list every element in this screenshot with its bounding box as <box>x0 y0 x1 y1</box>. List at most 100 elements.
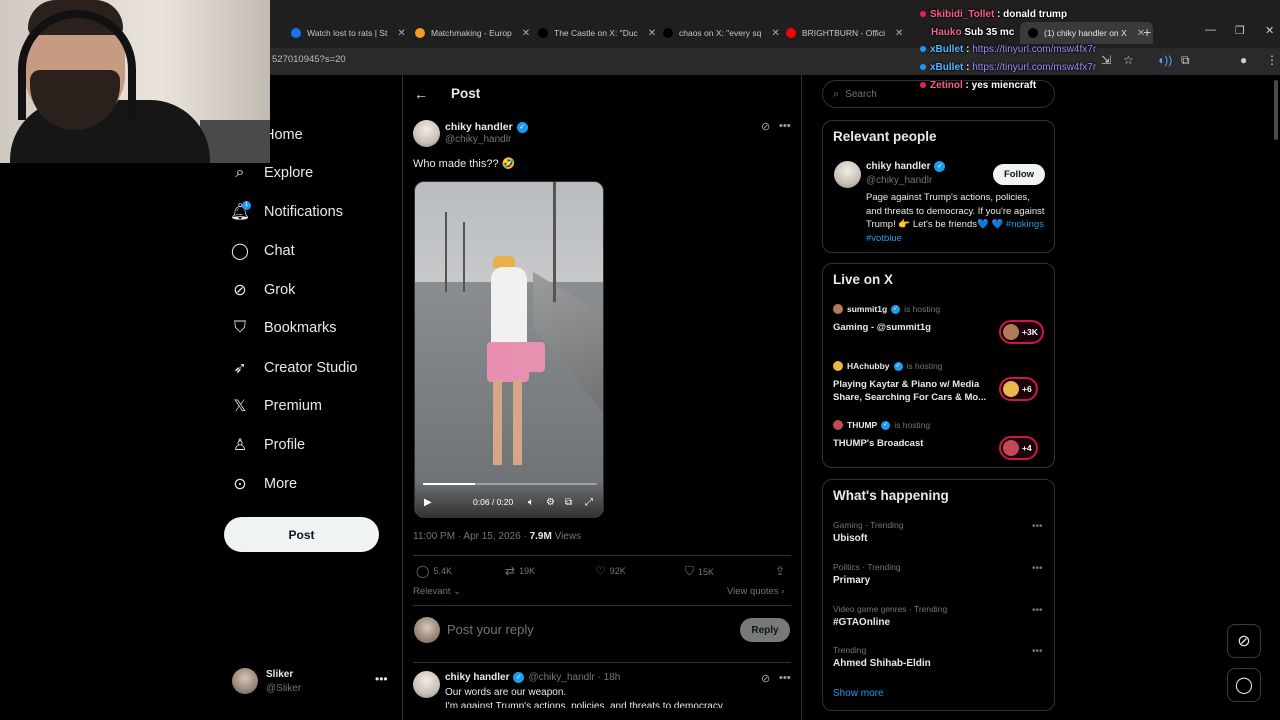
chat-bubble-icon: ◯ <box>1235 677 1253 694</box>
page-scrollbar[interactable] <box>1274 80 1278 140</box>
browser-tab[interactable]: The Castle on X: "Duc ✕ <box>530 22 664 44</box>
browser-tab[interactable]: (1) chiky handler on X ✕ <box>1020 22 1154 44</box>
post-video[interactable]: ▶ 0:06 / 0:20 🔈︎ ⚙ ⧉ ⤢ <box>414 181 604 518</box>
install-icon[interactable]: ⇲ <box>1101 53 1111 67</box>
live-listeners-badge[interactable]: +6 <box>999 377 1038 401</box>
chat-icon: ◯ <box>231 243 249 260</box>
account-avatar[interactable] <box>232 668 258 694</box>
view-quotes-link[interactable]: View quotes › <box>727 586 784 597</box>
browser-menu-icon[interactable]: ⋮ <box>1266 53 1278 67</box>
close-tab-icon[interactable]: ✕ <box>522 28 530 39</box>
settings-gear-icon[interactable]: ⚙ <box>546 497 555 508</box>
browser-tab[interactable]: BRIGHTBURN - Offici ✕ <box>778 22 911 44</box>
follow-button[interactable]: Follow <box>993 164 1045 185</box>
url-text[interactable]: 527010945?s=20 <box>272 54 346 65</box>
account-name[interactable]: Sliker <box>266 669 293 680</box>
account-more-icon[interactable]: ••• <box>375 672 388 686</box>
author-handle[interactable]: @chiky_handlr <box>445 134 511 145</box>
grok-explain-icon[interactable]: ⊘ <box>761 120 770 133</box>
reply-sort-dropdown[interactable]: Relevant ⌄ <box>413 586 461 597</box>
relevant-person-avatar[interactable] <box>834 161 861 188</box>
profile-icon[interactable]: ● <box>1240 53 1247 67</box>
reply-composer-avatar <box>414 617 440 643</box>
reply-author[interactable]: chiky handler ✓ @chiky_handlr · 18h <box>445 672 620 683</box>
play-icon[interactable]: ▶ <box>424 497 432 508</box>
reply-more-icon[interactable]: ••• <box>779 672 791 684</box>
live-listeners-badge[interactable]: +3K <box>999 320 1044 344</box>
close-tab-icon[interactable]: ✕ <box>895 28 903 39</box>
live-title[interactable]: Playing Kaytar & Piano w/ Media Share, S… <box>833 378 998 404</box>
chat-message: xBullet : https://tinyurl.com/msw4fx7r <box>920 44 1096 55</box>
nav-item-grok[interactable]: ⊘ Grok <box>230 276 295 304</box>
live-listeners-badge[interactable]: +4 <box>999 436 1038 460</box>
volume-icon[interactable]: 🔈︎ <box>528 497 534 508</box>
hosting-label: is hosting <box>904 304 941 314</box>
repost-action[interactable]: ⇄ 19K <box>505 564 535 578</box>
trend-more-icon[interactable]: ••• <box>1032 646 1043 657</box>
live-title[interactable]: THUMP's Broadcast <box>833 437 998 450</box>
trend-name[interactable]: Primary <box>833 575 870 586</box>
nav-item-more[interactable]: ⊙ More <box>230 470 297 498</box>
nav-label: Profile <box>264 437 306 453</box>
share-icon: ⇪ <box>775 564 786 578</box>
nav-item-premium[interactable]: 𝕏 Premium <box>230 392 322 420</box>
live-host[interactable]: HAchubby ✓ is hosting <box>833 361 942 371</box>
nav-item-profile[interactable]: ♙ Profile <box>230 431 305 459</box>
chat-text[interactable]: https://tinyurl.com/msw4fx7r <box>972 62 1096 73</box>
nav-label: Grok <box>264 282 296 298</box>
live-host[interactable]: THUMP ✓ is hosting <box>833 420 930 430</box>
messages-float-button[interactable]: ◯ <box>1227 668 1261 702</box>
author-name[interactable]: chiky handler ✓ <box>445 121 528 133</box>
grok-explain-icon[interactable]: ⊘ <box>761 672 770 685</box>
chat-text[interactable]: https://tinyurl.com/msw4fx7r <box>972 44 1096 55</box>
extensions-icon[interactable]: ⧉ <box>1181 53 1190 68</box>
trend-category: Politics · Trending <box>833 562 901 572</box>
back-arrow-icon[interactable]: ← <box>414 86 428 102</box>
trend-more-icon[interactable]: ••• <box>1032 605 1043 616</box>
pip-icon[interactable]: ⧉ <box>565 497 572 508</box>
close-tab-icon[interactable]: ✕ <box>397 28 405 39</box>
post-more-icon[interactable]: ••• <box>779 120 791 132</box>
close-window-button[interactable]: ✕ <box>1265 24 1274 37</box>
nav-label: Premium <box>264 398 323 414</box>
chat-badge-icon <box>920 82 926 89</box>
reply-action[interactable]: ◯ 5.4K <box>416 564 452 578</box>
share-action[interactable]: ⇪ <box>775 564 785 578</box>
post-timestamp[interactable]: 11:00 PM · Apr 15, 2026 · <box>413 531 530 542</box>
tab-favicon-icon <box>415 28 425 38</box>
grok-float-button[interactable]: ⊘ <box>1227 624 1261 658</box>
like-action[interactable]: ♡ 92K <box>595 564 626 578</box>
tab-label: The Castle on X: "Duc <box>554 28 638 38</box>
bookmark-action[interactable]: ⛉ 15K <box>685 564 714 579</box>
live-title[interactable]: Gaming - @summit1g <box>833 321 998 334</box>
bookmark-star-icon[interactable]: ☆ <box>1123 53 1134 67</box>
fullscreen-icon[interactable]: ⤢ <box>585 497 593 508</box>
browser-tab[interactable]: chaos on X: "every sq ✕ <box>655 22 788 44</box>
browser-tab[interactable]: Watch lost to rats | St ✕ <box>283 22 414 44</box>
trend-more-icon[interactable]: ••• <box>1032 521 1043 532</box>
reply-button[interactable]: Reply <box>740 618 790 642</box>
extension-audio-icon[interactable]: ◖)) <box>1157 53 1172 67</box>
author-avatar[interactable] <box>413 120 440 147</box>
nav-item-chat[interactable]: ◯ Chat <box>230 237 295 265</box>
post-compose-button[interactable]: Post <box>224 517 379 552</box>
trend-name[interactable]: Ubisoft <box>833 533 867 544</box>
video-progress-bar[interactable] <box>423 483 597 485</box>
show-more-link[interactable]: Show more <box>833 688 884 699</box>
reply-author-avatar[interactable] <box>413 671 440 698</box>
nav-item-bookmarks[interactable]: ⛉ Bookmarks <box>230 314 337 342</box>
divider <box>413 605 791 606</box>
live-on-x-title: Live on X <box>833 272 894 287</box>
nav-item-explore[interactable]: ⌕ Explore <box>230 159 314 187</box>
maximize-button[interactable]: ❐ <box>1235 24 1245 37</box>
trend-more-icon[interactable]: ••• <box>1032 563 1043 574</box>
relevant-person-name[interactable]: chiky handler ✓ <box>866 161 946 172</box>
reply-input[interactable]: Post your reply <box>447 622 534 637</box>
trend-name[interactable]: #GTAOnline <box>833 617 890 628</box>
browser-tab[interactable]: Matchmaking - Europ ✕ <box>407 22 538 44</box>
minimize-button[interactable]: — <box>1205 24 1216 36</box>
new-tab-button[interactable]: + <box>1143 24 1151 40</box>
trend-name[interactable]: Ahmed Shihab-Eldin <box>833 658 931 669</box>
live-host[interactable]: summit1g ✓ is hosting <box>833 304 940 314</box>
nav-item-creator-studio[interactable]: ➶ Creator Studio <box>230 354 357 382</box>
